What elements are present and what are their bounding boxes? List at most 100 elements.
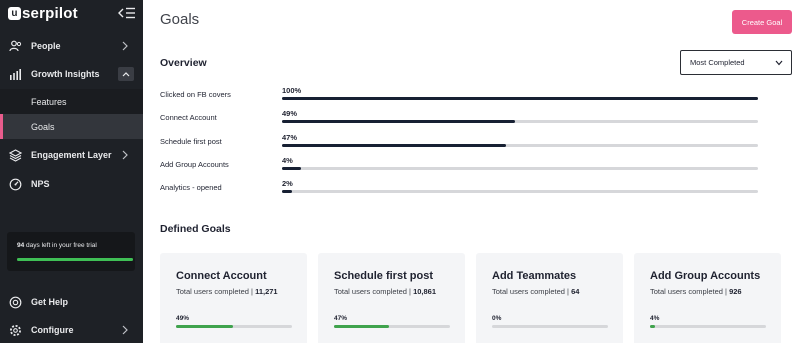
goal-card-percent: 0% xyxy=(492,315,502,322)
overview-row-label: Schedule first post xyxy=(160,137,222,146)
goal-card-subtitle: Total users completed | 10,861 xyxy=(334,287,436,296)
goal-card[interactable]: Add Teammates Total users completed | 64 0… xyxy=(476,253,623,343)
chevron-right-icon xyxy=(122,325,128,335)
people-icon xyxy=(8,39,22,53)
goal-card-count: 11,271 xyxy=(255,287,278,296)
create-goal-button[interactable]: Create Goal xyxy=(732,10,792,34)
sidebar-item-people[interactable]: People xyxy=(0,33,143,59)
sidebar-subitem-label: Goals xyxy=(31,121,55,132)
goal-card-sub-label: Total users completed | xyxy=(176,287,256,296)
overview-row-percent: 4% xyxy=(282,156,293,165)
goal-card-subtitle: Total users completed | 11,271 xyxy=(176,287,278,296)
layers-icon xyxy=(8,148,22,162)
sidebar-item-label: Get Help xyxy=(31,297,69,307)
overview-row-percent: 2% xyxy=(282,179,293,188)
page-title: Goals xyxy=(160,11,200,28)
overview-row-label: Clicked on FB covers xyxy=(160,90,231,99)
overview-row: Add Group Accounts 4% xyxy=(160,156,760,176)
overview-progress-track xyxy=(282,167,758,170)
goal-card[interactable]: Add Group Accounts Total users completed … xyxy=(634,253,781,343)
nps-icon xyxy=(8,177,22,191)
logo-row: u serpilot xyxy=(8,4,136,22)
collapse-group-button[interactable] xyxy=(118,67,134,81)
goal-card-sub-label: Total users completed | xyxy=(650,287,730,296)
goal-card-percent: 49% xyxy=(176,315,190,322)
sidebar-item-growth-insights[interactable]: Growth Insights xyxy=(0,61,143,87)
goal-card-progress-track xyxy=(176,325,292,328)
goal-card-count: 10,861 xyxy=(413,287,437,296)
overview-progress-fill xyxy=(282,190,292,193)
sidebar-item-engagement-layer[interactable]: Engagement Layer xyxy=(0,142,143,168)
goal-card-percent: 47% xyxy=(334,315,348,322)
overview-row: Analytics - opened 2% xyxy=(160,179,760,199)
sidebar: u serpilot People Growth Insights Featur… xyxy=(0,0,143,343)
sidebar-item-label: Growth Insights xyxy=(31,69,100,79)
goal-card-progress-track xyxy=(334,325,450,328)
chevron-right-icon xyxy=(122,41,128,51)
goal-card-progress-track xyxy=(492,325,608,328)
goal-card-progress-fill xyxy=(650,325,655,328)
goal-card-percent: 4% xyxy=(650,315,660,322)
chevron-down-icon xyxy=(775,60,783,66)
goal-card-sub-label: Total users completed | xyxy=(492,287,572,296)
sidebar-item-nps[interactable]: NPS xyxy=(0,171,143,197)
logo[interactable]: u serpilot xyxy=(8,5,78,22)
overview-progress-track xyxy=(282,144,758,147)
goal-card-title: Add Group Accounts xyxy=(650,270,761,282)
overview-progress-fill xyxy=(282,120,516,123)
goal-card-subtitle: Total users completed | 926 xyxy=(650,287,742,296)
trial-banner[interactable]: 94 days left in your free trial xyxy=(7,232,135,271)
chevron-right-icon xyxy=(122,150,128,160)
goal-card-subtitle: Total users completed | 64 xyxy=(492,287,579,296)
chevron-up-icon xyxy=(122,72,130,77)
overview-row-percent: 100% xyxy=(282,86,302,95)
goal-card-title: Add Teammates xyxy=(492,270,577,282)
overview-title: Overview xyxy=(160,57,207,69)
sidebar-item-label: Engagement Layer xyxy=(31,150,112,160)
overview-row: Connect Account 49% xyxy=(160,109,760,129)
logo-mark: u xyxy=(8,6,21,20)
goal-card-count: 64 xyxy=(571,287,580,296)
goal-card-count: 926 xyxy=(729,287,742,296)
goal-card-title: Schedule first post xyxy=(334,270,434,282)
trial-progress-bar xyxy=(17,258,133,261)
sidebar-subitem-label: Features xyxy=(31,96,67,107)
goal-card[interactable]: Connect Account Total users completed | 1… xyxy=(160,253,307,343)
sidebar-subitem-goals[interactable]: Goals xyxy=(0,114,143,139)
overview-row: Clicked on FB covers 100% xyxy=(160,86,760,106)
bar-chart-icon xyxy=(8,67,22,81)
trial-progress-fill xyxy=(17,258,133,261)
trial-label: days left in your free trial xyxy=(24,242,97,249)
overview-row-label: Analytics - opened xyxy=(160,183,222,192)
sidebar-item-get-help[interactable]: Get Help xyxy=(0,289,143,315)
goal-card-sub-label: Total users completed | xyxy=(334,287,414,296)
overview-row: Schedule first post 47% xyxy=(160,133,760,153)
overview-progress-fill xyxy=(282,144,506,147)
overview-progress-fill xyxy=(282,97,758,100)
collapse-sidebar-icon[interactable] xyxy=(118,6,136,20)
sort-select[interactable]: Most Completed xyxy=(680,50,792,75)
overview-row-percent: 47% xyxy=(282,133,298,142)
sidebar-item-configure[interactable]: Configure xyxy=(0,317,143,343)
overview-row-label: Add Group Accounts xyxy=(160,160,229,169)
overview-row-label: Connect Account xyxy=(160,113,217,122)
overview-progress-track xyxy=(282,190,758,193)
logo-text: serpilot xyxy=(22,4,78,22)
help-icon xyxy=(8,295,22,309)
goal-card-title: Connect Account xyxy=(176,270,267,282)
goal-card-progress-fill xyxy=(334,325,389,328)
overview-progress-track xyxy=(282,97,758,100)
sidebar-item-label: NPS xyxy=(31,179,50,189)
goal-card[interactable]: Schedule first post Total users completed… xyxy=(318,253,465,343)
sort-select-value: Most Completed xyxy=(690,58,745,67)
goal-card-progress-track xyxy=(650,325,766,328)
goal-card-progress-fill xyxy=(176,325,233,328)
defined-goals-title: Defined Goals xyxy=(160,223,231,235)
trial-text: 94 days left in your free trial xyxy=(17,242,97,249)
sidebar-subitem-features[interactable]: Features xyxy=(0,89,143,114)
sidebar-item-label: Configure xyxy=(31,325,74,335)
overview-progress-fill xyxy=(282,167,302,170)
overview-row-percent: 49% xyxy=(282,109,298,118)
gear-icon xyxy=(8,323,22,337)
overview-progress-track xyxy=(282,120,758,123)
